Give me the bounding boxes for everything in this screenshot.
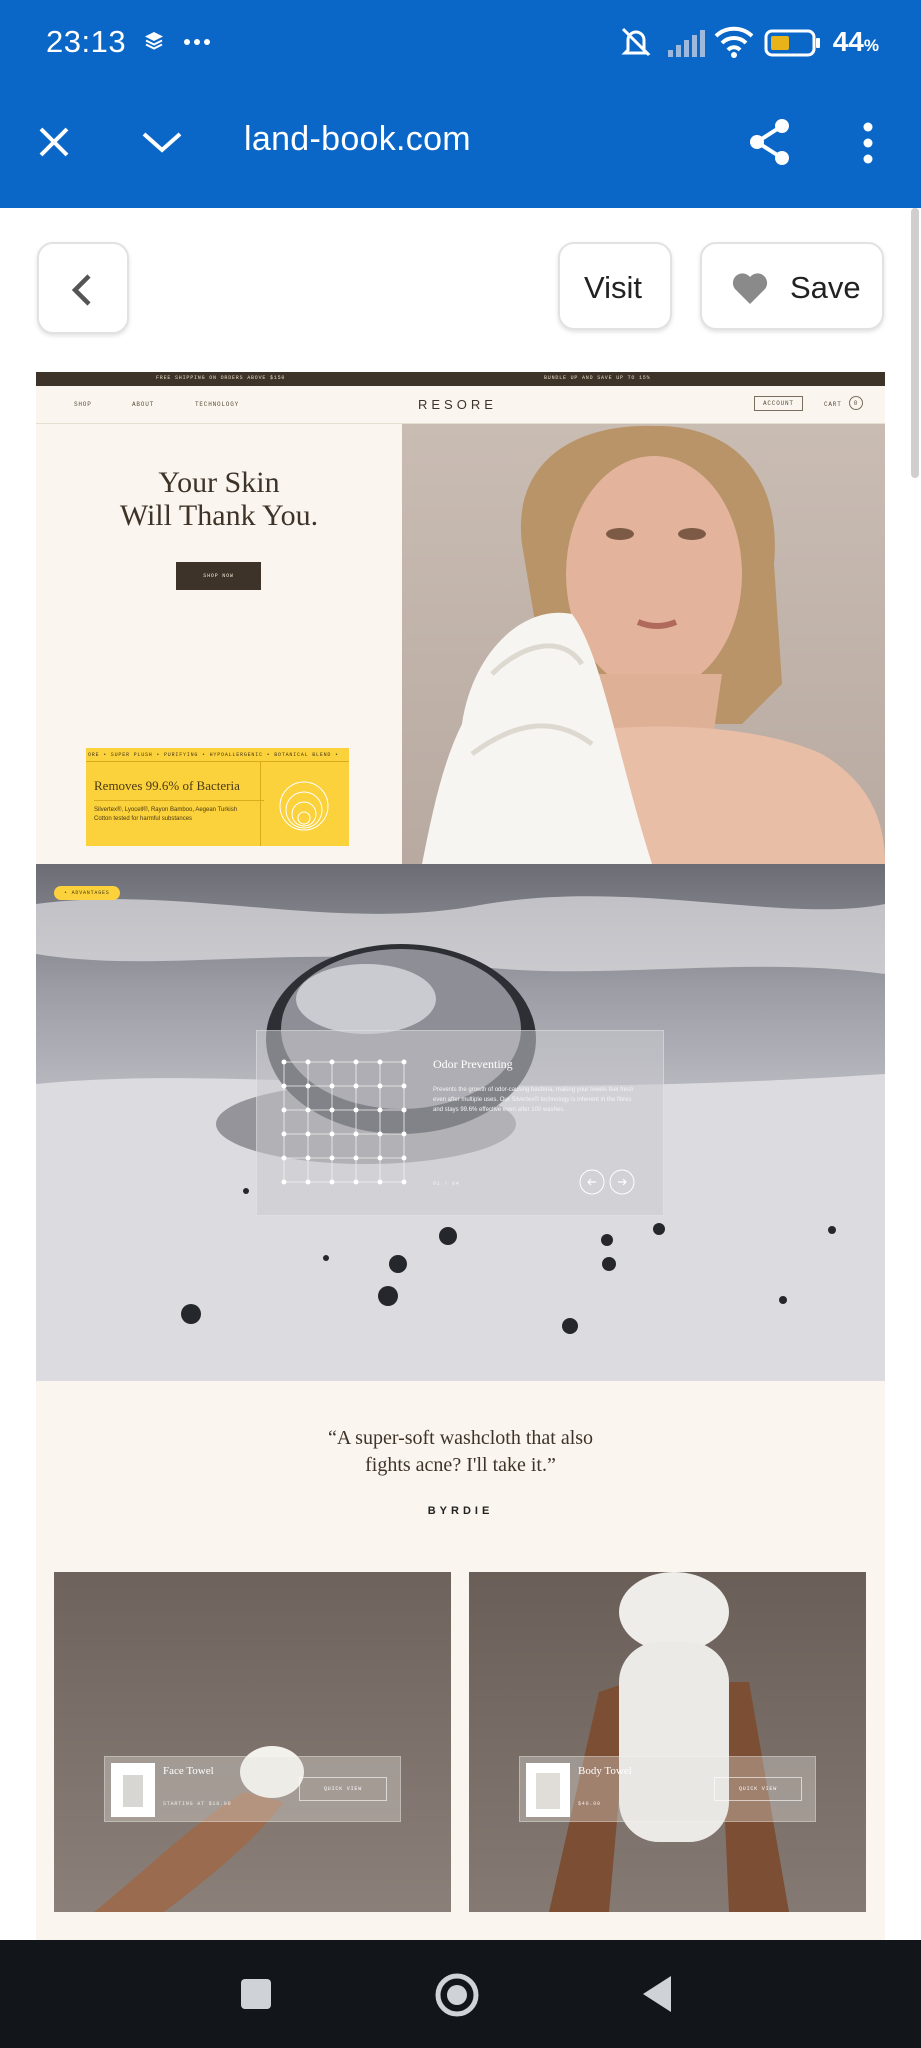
- advantages-badge: • ADVANTAGES: [54, 886, 120, 900]
- bacteria-card: ORE • SUPER PLUSH • PURIFYING • HYPOALLE…: [86, 748, 349, 846]
- person-head-towel-image: [549, 1572, 789, 1912]
- face-towel-thumbnail: [111, 1763, 155, 1817]
- body-towel-price: $40.00: [578, 1801, 601, 1807]
- arrow-left-button-icon[interactable]: [579, 1169, 605, 1195]
- body-towel-quick-view[interactable]: QUICK VIEW: [714, 1777, 802, 1801]
- visit-label: Visit: [584, 270, 643, 305]
- battery-icon: [764, 29, 820, 57]
- save-label: Save: [790, 270, 861, 305]
- nav-technology[interactable]: TECHNOLOGY: [195, 401, 239, 408]
- concentric-circles-icon: [279, 781, 329, 831]
- announcement-right: BUNDLE UP AND SAVE UP TO 15%: [544, 375, 651, 381]
- face-towel-quick-view[interactable]: QUICK VIEW: [299, 1777, 387, 1801]
- body-towel-thumbnail: [526, 1763, 570, 1817]
- chevron-down-icon[interactable]: [140, 128, 184, 156]
- hero-left: Your Skin Will Thank You. SHOP NOW ORE •…: [36, 424, 402, 864]
- cart-count: 0: [849, 396, 863, 410]
- url-bar[interactable]: land-book.com: [244, 120, 471, 159]
- dot-grid-icon: [281, 1059, 407, 1185]
- odor-counter: 01 / 04: [433, 1181, 460, 1187]
- account-button[interactable]: ACCOUNT: [754, 396, 803, 411]
- face-towel-name: Face Towel: [163, 1765, 214, 1777]
- product-card-body-towel[interactable]: Body Towel $40.00 QUICK VIEW: [469, 1572, 866, 1912]
- close-icon[interactable]: [36, 124, 72, 160]
- shop-now-label: SHOP NOW: [203, 573, 234, 579]
- back-triangle-icon[interactable]: [640, 1974, 674, 2014]
- signal-icon: [668, 30, 705, 57]
- home-circle-icon[interactable]: [434, 1972, 480, 2018]
- nav-about[interactable]: ABOUT: [132, 401, 154, 408]
- more-dots-icon: [184, 39, 210, 45]
- face-towel-price: STARTING AT $18.00: [163, 1801, 232, 1807]
- announcement-left: FREE SHIPPING ON ORDERS ABOVE $150: [156, 375, 286, 381]
- cart-label[interactable]: CART: [824, 401, 842, 408]
- card-body: Silvertex®, Lyocell®, Rayon Bamboo, Aege…: [94, 807, 238, 822]
- system-nav-bar: [0, 1940, 921, 2048]
- site-preview[interactable]: FREE SHIPPING ON ORDERS ABOVE $150 BUNDL…: [36, 372, 885, 1940]
- hand-holding-towel-image: [94, 1746, 304, 1912]
- product-card-face-towel[interactable]: Face Towel STARTING AT $18.00 QUICK VIEW: [54, 1572, 451, 1912]
- woman-portrait-image: [422, 425, 885, 864]
- layers-icon: [145, 32, 163, 50]
- odor-card: Odor Preventing Prevents the growth of o…: [256, 1030, 664, 1216]
- site-nav: SHOP ABOUT TECHNOLOGY RESORE ACCOUNT CAR…: [36, 386, 885, 424]
- site-logo[interactable]: RESORE: [418, 397, 497, 412]
- nav-shop[interactable]: SHOP: [74, 401, 92, 408]
- landbook-page: Visit Save FREE SHIPPING ON ORDERS ABOVE…: [0, 208, 921, 1940]
- hero-title: Your Skin Will Thank You.: [119, 466, 319, 532]
- odor-title: Odor Preventing: [433, 1057, 513, 1071]
- mute-icon: [621, 27, 651, 57]
- battery-level: 44%: [832, 26, 879, 57]
- arrow-right-button-icon[interactable]: [609, 1169, 635, 1195]
- ticker: ORE • SUPER PLUSH • PURIFYING • HYPOALLE…: [86, 748, 349, 762]
- chevron-left-icon: [71, 274, 91, 306]
- heart-icon: [732, 273, 768, 304]
- announcement-bar: FREE SHIPPING ON ORDERS ABOVE $150 BUNDL…: [36, 372, 885, 386]
- hero-image: [402, 424, 885, 864]
- status-bar: 23:13 44%: [0, 0, 921, 88]
- wifi-icon: [714, 26, 754, 58]
- advantages-section: • ADVANTAGES Odor Preventing Prevents th…: [36, 864, 885, 1381]
- quote-source: BYRDIE: [427, 1505, 494, 1517]
- more-vert-icon[interactable]: [862, 122, 874, 164]
- share-icon[interactable]: [748, 118, 792, 166]
- recents-square-icon[interactable]: [240, 1978, 272, 2010]
- visit-button[interactable]: Visit: [558, 242, 672, 330]
- back-button[interactable]: [37, 242, 129, 334]
- shop-now-button[interactable]: SHOP NOW: [176, 562, 261, 590]
- product-info-body-towel: Body Towel $40.00 QUICK VIEW: [519, 1756, 816, 1822]
- product-info-face-towel: Face Towel STARTING AT $18.00 QUICK VIEW: [104, 1756, 401, 1822]
- scrollbar[interactable]: [911, 208, 919, 478]
- card-title: Removes 99.6% of Bacteria: [94, 778, 240, 793]
- browser-toolbar: land-book.com: [0, 88, 921, 208]
- quote-section: “A super-soft washcloth that also fights…: [36, 1381, 885, 1912]
- body-towel-name: Body Towel: [578, 1765, 632, 1777]
- press-quote: “A super-soft washcloth that also fights…: [327, 1427, 594, 1476]
- odor-body: Prevents the growth of odor-causing bact…: [433, 1087, 634, 1113]
- save-button[interactable]: Save: [700, 242, 884, 330]
- status-time: 23:13: [46, 24, 127, 59]
